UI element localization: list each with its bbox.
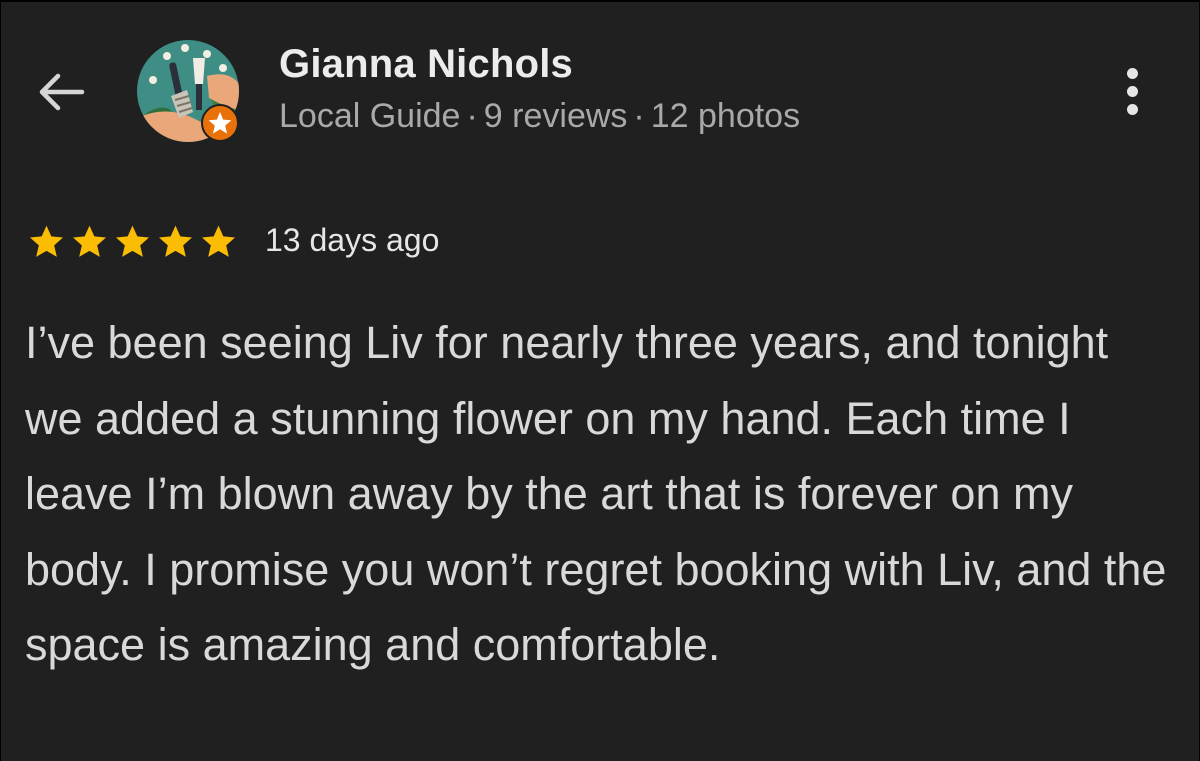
- reviewer-role: Local Guide: [279, 97, 461, 135]
- reviewer-name[interactable]: Gianna Nichols: [279, 42, 573, 87]
- review-date: 13 days ago: [265, 222, 440, 258]
- meta-separator: ·: [633, 97, 645, 135]
- local-guide-star-icon: [201, 104, 239, 142]
- star-icon: [202, 225, 235, 257]
- star-rating: [25, 222, 240, 262]
- user-avatar[interactable]: [137, 40, 241, 144]
- reviewer-meta: Local Guide · 9 reviews · 12 photos: [279, 97, 800, 136]
- back-button[interactable]: [28, 60, 92, 124]
- arrow-left-icon: [39, 73, 85, 111]
- review-text: I’ve been seeing Liv for nearly three ye…: [25, 317, 1167, 670]
- star-icon: [30, 225, 63, 257]
- meta-separator: ·: [466, 97, 478, 135]
- reviewer-review-count: 9 reviews: [483, 97, 628, 135]
- star-icon: [73, 225, 106, 257]
- reviewer-photo-count: 12 photos: [650, 97, 801, 135]
- star-icon: [116, 225, 149, 257]
- more-vertical-icon: [1126, 67, 1138, 115]
- more-options-button[interactable]: [1108, 58, 1156, 124]
- star-icon: [159, 225, 192, 257]
